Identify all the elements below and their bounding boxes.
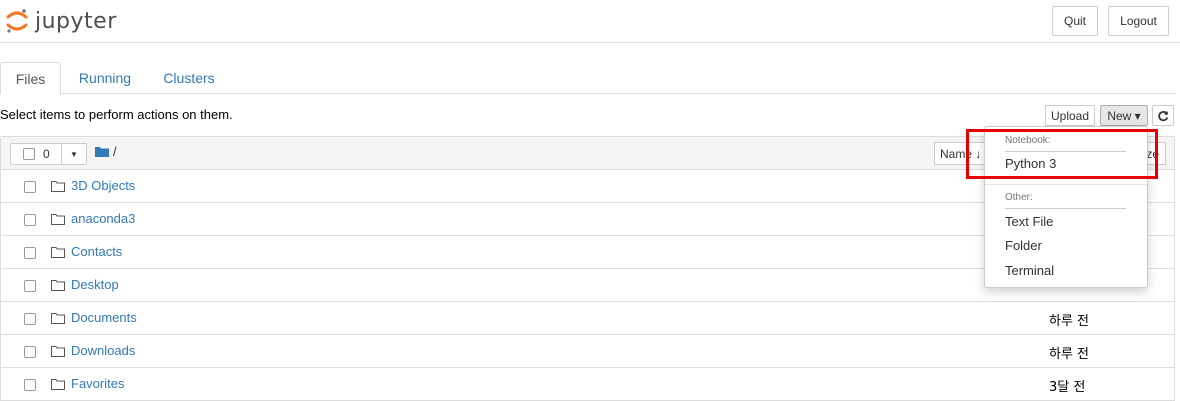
select-all-checkbox[interactable]: [23, 148, 35, 160]
new-folder-item[interactable]: Folder: [1005, 238, 1042, 253]
tab-files[interactable]: Files: [0, 62, 61, 95]
logout-button[interactable]: Logout: [1108, 6, 1169, 36]
file-row[interactable]: Favorites 3달 전: [1, 368, 1174, 401]
folder-icon: [95, 147, 109, 157]
folder-outline-icon: [51, 313, 65, 324]
file-row[interactable]: Documents 하루 전: [1, 302, 1174, 335]
file-name-link[interactable]: anaconda3: [71, 211, 135, 226]
selected-count: 0: [43, 147, 50, 161]
row-checkbox[interactable]: [24, 379, 36, 391]
select-menu-caret[interactable]: ▼: [61, 144, 86, 164]
jupyter-logo-icon: [6, 9, 28, 33]
select-all-group[interactable]: 0 ▼: [10, 143, 87, 165]
row-checkbox[interactable]: [24, 280, 36, 292]
refresh-icon: [1158, 110, 1169, 121]
jupyter-logo[interactable]: jupyter: [5, 6, 117, 36]
row-checkbox[interactable]: [24, 181, 36, 193]
row-checkbox[interactable]: [24, 313, 36, 325]
tab-running[interactable]: Running: [68, 62, 142, 94]
menu-divider: [1005, 208, 1126, 209]
upload-button[interactable]: Upload: [1045, 105, 1095, 126]
row-checkbox[interactable]: [24, 346, 36, 358]
row-checkbox[interactable]: [24, 247, 36, 259]
file-modified: 3달 전: [1049, 380, 1086, 395]
file-name-link[interactable]: 3D Objects: [71, 178, 135, 193]
file-modified: 하루 전: [1049, 314, 1090, 329]
menu-separator: [985, 184, 1147, 185]
file-row[interactable]: Downloads 하루 전: [1, 335, 1174, 368]
file-modified: 하루 전: [1049, 347, 1090, 362]
tab-clusters[interactable]: Clusters: [152, 62, 226, 94]
folder-outline-icon: [51, 247, 65, 258]
file-name-link[interactable]: Desktop: [71, 277, 119, 292]
refresh-button[interactable]: [1152, 105, 1174, 126]
breadcrumb-path: /: [113, 144, 117, 159]
folder-outline-icon: [51, 181, 65, 192]
breadcrumb[interactable]: /: [95, 144, 117, 159]
file-name-link[interactable]: Favorites: [71, 376, 124, 391]
file-name-link[interactable]: Downloads: [71, 343, 135, 358]
tab-bar: Files Running Clusters: [0, 62, 1175, 95]
quit-button[interactable]: Quit: [1052, 6, 1098, 36]
row-checkbox[interactable]: [24, 214, 36, 226]
folder-outline-icon: [51, 346, 65, 357]
selection-hint: Select items to perform actions on them.: [0, 107, 233, 122]
header: jupyter Quit Logout: [0, 0, 1180, 43]
new-button[interactable]: New ▾: [1100, 105, 1148, 126]
red-highlight-annotation: [966, 129, 1158, 179]
other-section-header: Other:: [1005, 192, 1033, 203]
file-name-link[interactable]: Contacts: [71, 244, 122, 259]
folder-outline-icon: [51, 214, 65, 225]
file-name-link[interactable]: Documents: [71, 310, 137, 325]
folder-outline-icon: [51, 379, 65, 390]
folder-outline-icon: [51, 280, 65, 291]
new-text-file-item[interactable]: Text File: [1005, 214, 1053, 229]
logo-text: jupyter: [35, 8, 117, 34]
new-terminal-item[interactable]: Terminal: [1005, 263, 1054, 278]
